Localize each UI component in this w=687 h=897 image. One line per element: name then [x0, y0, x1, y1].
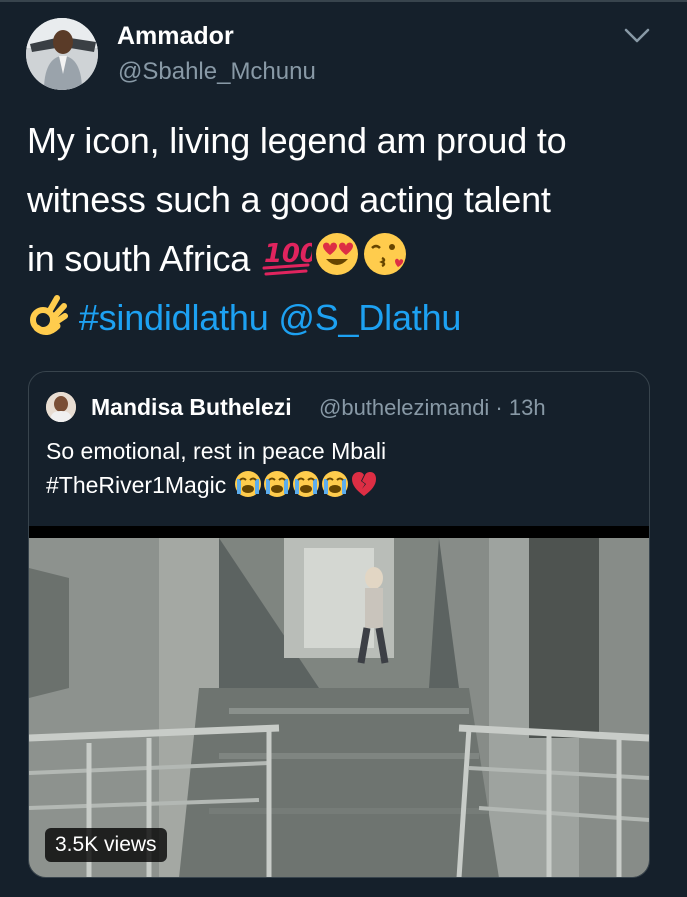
chevron-down-icon[interactable] [623, 26, 651, 46]
quoted-tweet[interactable]: Mandisa Buthelezi @buthelezimandi · 13h … [28, 371, 650, 878]
quoted-author-avatar[interactable] [46, 392, 76, 422]
mention-link[interactable]: @S_Dlathu [278, 297, 461, 338]
tweet-text-segment: in south Africa [27, 238, 251, 279]
broken-heart-icon [350, 470, 378, 507]
hundred-points-icon: 100 [262, 235, 318, 294]
tweet-text-line-4: #sindidlathu @S_Dlathu [27, 288, 667, 347]
top-divider [0, 0, 687, 2]
author-name[interactable]: Ammador [117, 22, 234, 51]
tweet-text-line: My icon, living legend am proud to [27, 120, 567, 161]
quoted-text-line-2: #TheRiver1Magic [46, 468, 636, 507]
ok-hand-icon [29, 294, 69, 353]
hashtag-link[interactable]: #sindidlathu [79, 297, 269, 338]
crying-face-icon [234, 470, 262, 507]
tweet-text-line: witness such a good acting talent [27, 179, 551, 220]
quoted-text-line: So emotional, rest in peace Mbali [46, 438, 387, 464]
crying-face-icon [321, 470, 349, 507]
author-handle[interactable]: @Sbahle_Mchunu [118, 58, 316, 86]
view-count-badge: 3.5K views [45, 828, 167, 862]
quoted-tweet-text: So emotional, rest in peace Mbali #TheRi… [46, 434, 636, 507]
heart-eyes-icon [314, 231, 360, 294]
crying-face-icon [292, 470, 320, 507]
tweet-text: My icon, living legend am proud to witne… [27, 111, 667, 347]
crying-face-icon [263, 470, 291, 507]
quoted-author-name[interactable]: Mandisa Buthelezi [91, 394, 292, 421]
kissing-face-icon [362, 231, 408, 294]
quoted-hashtag: #TheRiver1Magic [46, 472, 227, 498]
tweet-text-line-3: in south Africa 100 [27, 229, 667, 288]
quoted-author-handle[interactable]: @buthelezimandi · 13h [319, 395, 546, 421]
video-thumbnail[interactable]: 3.5K views [29, 526, 649, 877]
author-avatar[interactable] [26, 18, 98, 90]
